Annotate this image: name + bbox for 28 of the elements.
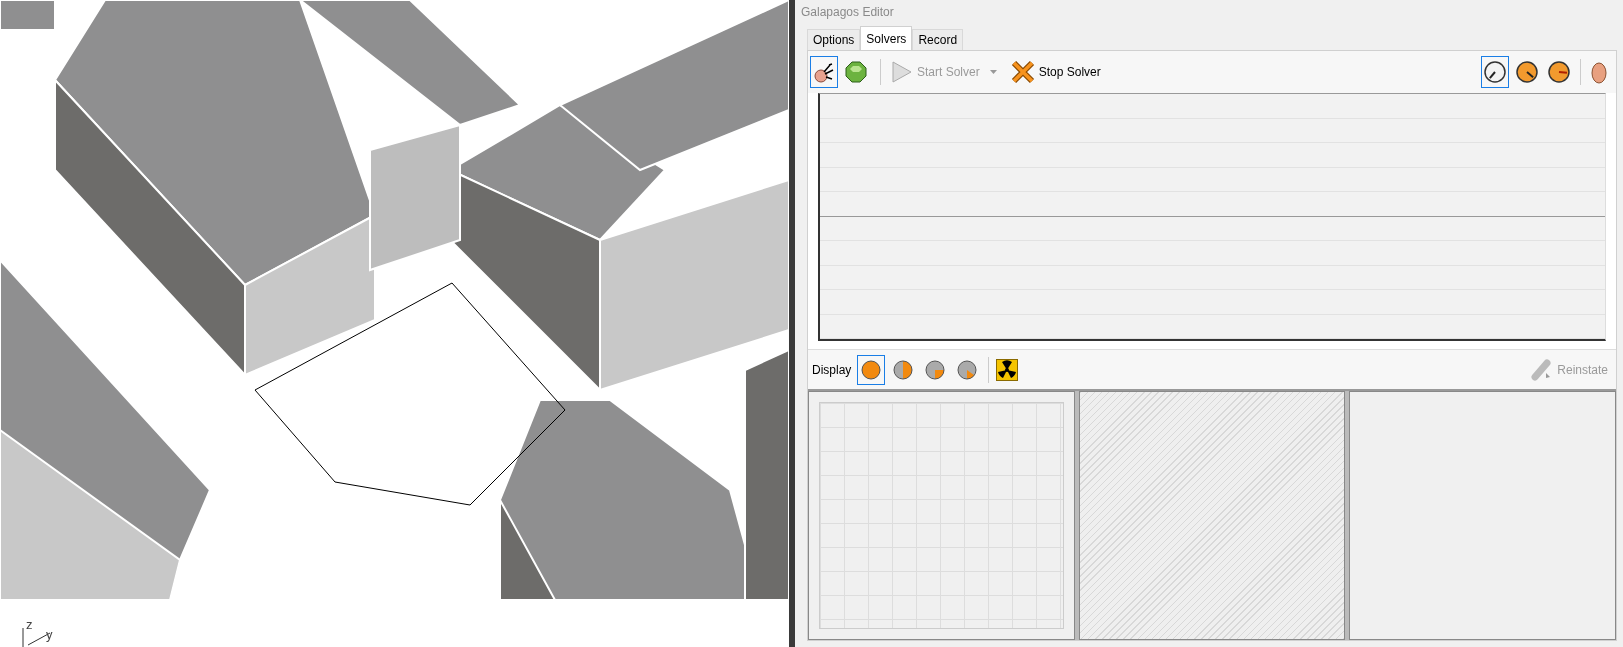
display-mode-button[interactable] <box>857 354 886 385</box>
creature-icon <box>812 60 836 84</box>
pie-icon <box>893 359 914 380</box>
pie-icon <box>925 359 946 380</box>
close-icon <box>1010 60 1035 84</box>
speed-button[interactable] <box>1481 56 1509 88</box>
radiation-icon[interactable] <box>996 358 1019 381</box>
tab[interactable]: Solvers <box>860 26 913 50</box>
caret-icon <box>989 70 997 74</box>
solver-type-button[interactable] <box>810 56 838 88</box>
octagon-icon <box>844 60 868 84</box>
pie-icon <box>861 359 882 380</box>
axis-lines-icon <box>22 628 52 647</box>
axis-label: z <box>26 618 33 631</box>
egg-icon[interactable] <box>1588 59 1610 85</box>
pie-icon <box>957 359 978 380</box>
tab[interactable]: Options <box>807 29 861 50</box>
pencil-icon <box>1531 358 1554 381</box>
gauge-icon <box>1515 60 1539 84</box>
gauge-icon <box>1547 60 1571 84</box>
stop-solver-button[interactable]: Stop Solver <box>1010 60 1101 84</box>
axis-label: y <box>46 628 53 641</box>
play-icon <box>891 60 913 84</box>
3d-viewport[interactable]: z y <box>0 0 789 647</box>
display-label: Display <box>812 361 852 379</box>
window-title: Galapagos Editor <box>801 4 895 21</box>
gauge-icon <box>1483 60 1507 84</box>
tab[interactable]: Record <box>912 29 964 50</box>
